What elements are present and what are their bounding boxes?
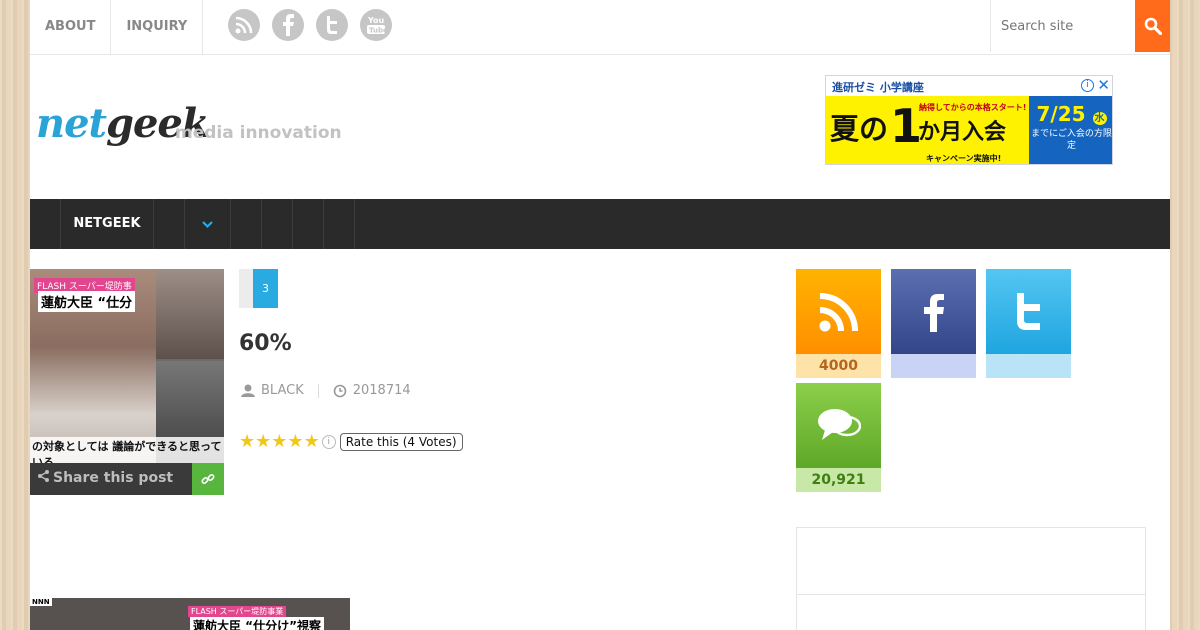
ad-close-icon[interactable]: ✕ <box>1097 76 1110 94</box>
rating-star-3[interactable]: ★ <box>271 432 287 452</box>
social-links: You Tube <box>228 9 392 41</box>
top-nav: ABOUT INQUIRY <box>30 0 204 54</box>
post-title[interactable]: 60% <box>239 331 292 356</box>
thumbnail-caption-title: 蓮舫大臣 “仕分 <box>38 291 136 312</box>
comments-widget[interactable]: 20,921 <box>796 383 881 492</box>
comments-count: 20,921 <box>796 468 881 492</box>
rss-icon[interactable] <box>228 9 260 41</box>
sidebar-box <box>796 527 1146 630</box>
share-icon <box>38 470 49 482</box>
svg-text:Tube: Tube <box>369 27 387 35</box>
nav-item-empty-5[interactable] <box>323 199 355 249</box>
rss-widget[interactable]: 4000 <box>796 269 881 378</box>
twitter-widget-icon <box>986 269 1071 354</box>
rating-star-1[interactable]: ★ <box>239 432 255 452</box>
permalink-button[interactable] <box>192 463 224 495</box>
post-author[interactable]: BLACK <box>261 383 304 398</box>
svg-text:You: You <box>367 16 385 25</box>
comments-icon <box>796 383 881 468</box>
twitter-count <box>986 354 1071 378</box>
rating-info-icon[interactable]: i <box>321 435 336 449</box>
nav-item-empty-4[interactable] <box>292 199 323 249</box>
thumbnail-photo-top-right <box>156 269 224 359</box>
youtube-icon[interactable]: You Tube <box>360 9 392 41</box>
page-container: ABOUT INQUIRY YouTube netgeek <box>30 0 1170 630</box>
comment-count-badge[interactable]: 3 <box>239 269 278 308</box>
rating-star-2[interactable]: ★ <box>255 432 271 452</box>
nav-item-dropdown[interactable] <box>184 199 230 249</box>
ad-sub2: キャンペーン実施中! <box>926 154 1002 163</box>
post-date: 2018714 <box>352 383 411 398</box>
twitter-icon[interactable] <box>316 9 348 41</box>
inquiry-link[interactable]: INQUIRY <box>111 0 204 54</box>
search-form <box>990 0 1170 52</box>
ad-date-panel: 7/25 水 までにご入会の方限定 <box>1029 96 1112 164</box>
nav-item-empty-2[interactable] <box>230 199 261 249</box>
facebook-widget[interactable] <box>891 269 976 378</box>
post-rating: ★ ★ ★ ★ ★ i Rate this (4 Votes) <box>239 432 463 452</box>
nnn-logo: NNN <box>30 598 52 606</box>
ad-info-icon[interactable]: i <box>1081 79 1094 92</box>
about-link[interactable]: ABOUT <box>30 0 112 54</box>
share-label: Share this post <box>38 470 173 486</box>
ad-date: 7/25 水 <box>1036 102 1107 126</box>
share-bar[interactable]: Share this post <box>30 463 224 495</box>
nav-item-netgeek[interactable]: NETGEEK <box>60 199 153 249</box>
logo-net: net <box>36 100 107 147</box>
comment-count: 3 <box>253 269 278 308</box>
rating-star-4[interactable]: ★ <box>287 432 303 452</box>
ad-main-panel: 納得してからの本格スタート! 夏の 1 か月入会 キャンペーン実施中! <box>826 96 1029 164</box>
next-caption-flash: FLASH スーパー堤防事業 <box>188 606 287 617</box>
search-input[interactable] <box>990 0 1135 52</box>
ad-main: 夏の <box>830 112 889 146</box>
next-caption-title: 蓮舫大臣 “仕分け”視察 <box>190 617 324 630</box>
ad-header: 進研ゼミ 小学講座 i ✕ <box>826 76 1112 96</box>
search-button[interactable] <box>1135 0 1170 52</box>
search-icon <box>1144 17 1162 35</box>
twitter-widget[interactable] <box>986 269 1071 378</box>
clock-icon <box>333 384 347 397</box>
rating-star-5[interactable]: ★ <box>304 432 320 452</box>
nav-item-empty-1[interactable] <box>153 199 184 249</box>
ad-title: 進研ゼミ 小学講座 <box>832 81 924 94</box>
link-icon <box>201 473 215 485</box>
main-nav: NETGEEK <box>30 199 1170 249</box>
thumbnail-caption-quote: の対象としては 議論ができると思っている <box>30 437 224 463</box>
user-icon <box>241 384 255 397</box>
ad-main2: か月入会 <box>918 120 1007 145</box>
ad-sub: 納得してからの本格スタート! <box>919 103 1027 112</box>
rating-tooltip: Rate this (4 Votes) <box>339 433 463 451</box>
next-post-thumbnail[interactable]: NNN FLASH スーパー堤防事業 蓮舫大臣 “仕分け”視察 <box>30 598 350 630</box>
post-meta: BLACK 2018714 <box>241 383 411 398</box>
ad-banner[interactable]: 進研ゼミ 小学講座 i ✕ 納得してからの本格スタート! 夏の 1 か月入会 キ… <box>825 75 1113 165</box>
chevron-down-icon <box>202 221 213 229</box>
top-bar: ABOUT INQUIRY You Tube <box>30 0 1170 55</box>
nav-item-empty-3[interactable] <box>261 199 292 249</box>
facebook-icon[interactable] <box>272 9 304 41</box>
facebook-count <box>891 354 976 378</box>
rss-feed-icon <box>796 269 881 354</box>
site-tagline: media innovation <box>175 123 342 143</box>
post-thumbnail[interactable]: FLASH スーパー堤防事 蓮舫大臣 “仕分 の対象としては 議論ができると思っ… <box>30 269 224 463</box>
rss-count: 4000 <box>796 354 881 378</box>
ad-right-text: までにご入会の方限定 <box>1031 129 1112 151</box>
facebook-widget-icon <box>891 269 976 354</box>
